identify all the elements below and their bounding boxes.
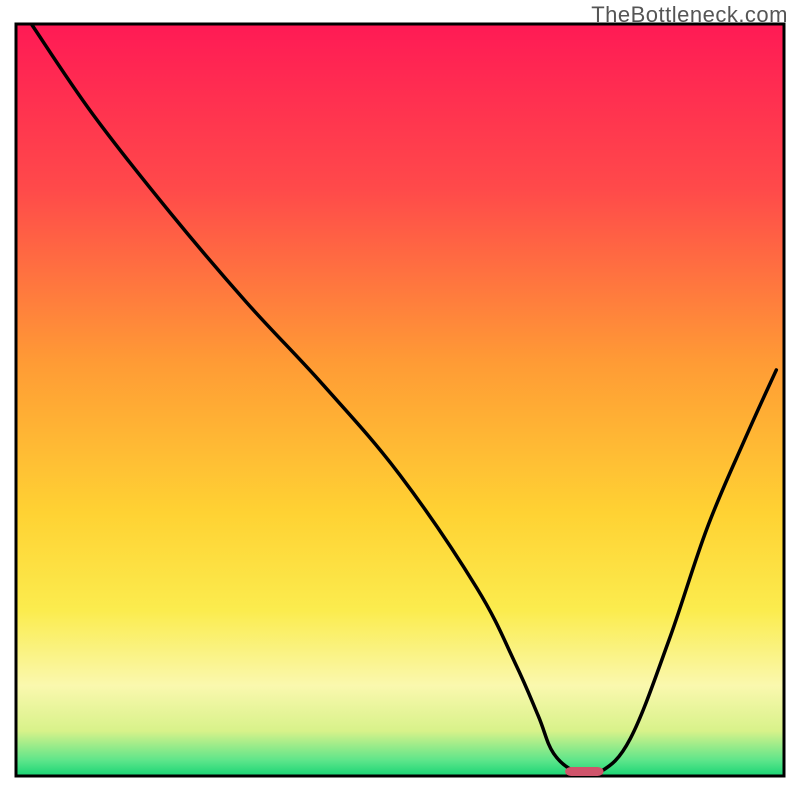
chart-svg	[0, 0, 800, 800]
watermark-text: TheBottleneck.com	[591, 2, 788, 28]
plot-background	[16, 24, 784, 776]
chart-canvas: TheBottleneck.com	[0, 0, 800, 800]
optimum-marker	[565, 767, 603, 776]
